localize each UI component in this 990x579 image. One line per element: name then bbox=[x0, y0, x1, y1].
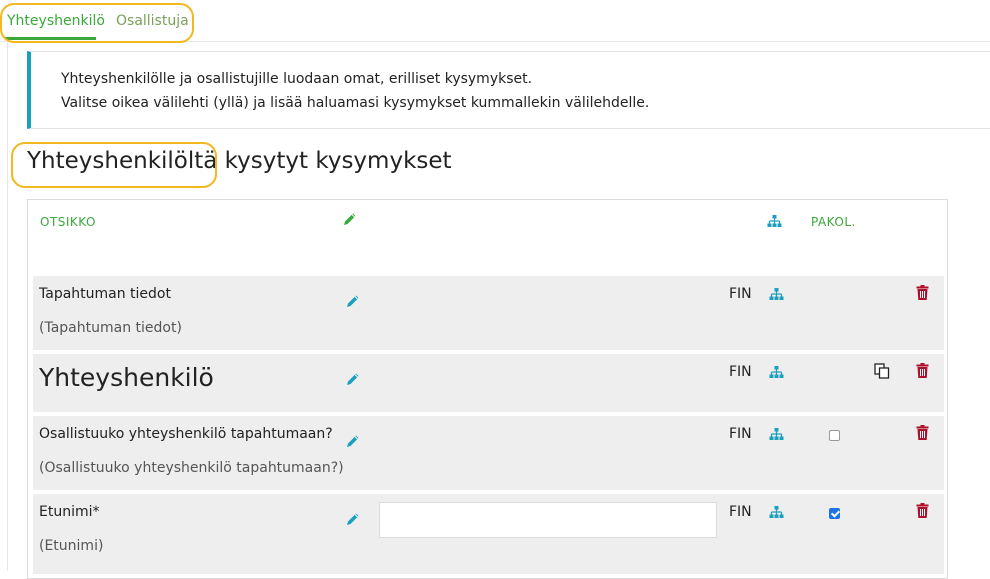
required-checkbox[interactable] bbox=[829, 430, 840, 441]
edit-icon[interactable] bbox=[345, 511, 361, 527]
question-title: Etunimi* bbox=[39, 504, 100, 520]
section-title: Yhteyshenkilöltä kysytyt kysymykset bbox=[27, 148, 452, 174]
question-title: Yhteyshenkilö bbox=[39, 363, 214, 392]
hierarchy-icon[interactable] bbox=[769, 287, 784, 302]
column-header-required: PAKOL. bbox=[811, 215, 856, 229]
language-label: FIN bbox=[729, 364, 752, 380]
hierarchy-icon[interactable] bbox=[769, 365, 784, 380]
hierarchy-icon[interactable] bbox=[769, 505, 784, 520]
question-subtitle: (Osallistuuko yhteyshenkilö tapahtumaan?… bbox=[39, 460, 344, 476]
language-label: FIN bbox=[729, 426, 752, 442]
edit-icon[interactable] bbox=[345, 433, 361, 449]
answer-preview-input[interactable] bbox=[379, 502, 717, 538]
language-label: FIN bbox=[729, 504, 752, 520]
question-title: Tapahtuman tiedot bbox=[39, 286, 171, 302]
question-subtitle: (Etunimi) bbox=[39, 538, 104, 554]
table-row: Osallistuuko yhteyshenkilö tapahtumaan? … bbox=[33, 416, 944, 490]
edit-header-icon bbox=[344, 213, 356, 225]
tab-bar: Yhteyshenkilö Osallistuja bbox=[0, 0, 990, 42]
trash-icon[interactable] bbox=[916, 285, 929, 300]
info-line-2: Valitse oikea välilehti (yllä) ja lisää … bbox=[61, 95, 650, 111]
language-label: FIN bbox=[729, 286, 752, 302]
trash-icon[interactable] bbox=[916, 503, 929, 518]
table-row: Etunimi* (Etunimi) FIN bbox=[33, 494, 944, 574]
table-row: Yhteyshenkilö FIN bbox=[33, 354, 944, 412]
tab-yhteyshenkilo[interactable]: Yhteyshenkilö bbox=[7, 13, 105, 29]
question-subtitle: (Tapahtuman tiedot) bbox=[39, 320, 182, 336]
trash-icon[interactable] bbox=[916, 363, 929, 378]
required-checkbox[interactable] bbox=[829, 508, 840, 519]
column-header-title: OTSIKKO bbox=[40, 215, 96, 229]
info-callout: Yhteyshenkilölle ja osallistujille luoda… bbox=[27, 51, 990, 129]
left-divider bbox=[7, 42, 8, 571]
edit-icon[interactable] bbox=[345, 293, 361, 309]
tab-osallistuja[interactable]: Osallistuja bbox=[116, 13, 189, 29]
copy-icon[interactable] bbox=[874, 363, 890, 379]
info-line-1: Yhteyshenkilölle ja osallistujille luoda… bbox=[61, 71, 533, 87]
table-row: Tapahtuman tiedot (Tapahtuman tiedot) FI… bbox=[33, 276, 944, 350]
questions-table: OTSIKKO PAKOL. Tapahtuman tiedot (Tapaht… bbox=[27, 199, 948, 579]
hierarchy-header-icon bbox=[767, 215, 782, 227]
active-tab-indicator bbox=[5, 37, 96, 40]
trash-icon[interactable] bbox=[916, 425, 929, 440]
edit-icon[interactable] bbox=[345, 371, 361, 387]
question-title: Osallistuuko yhteyshenkilö tapahtumaan? bbox=[39, 426, 333, 442]
hierarchy-icon[interactable] bbox=[769, 427, 784, 442]
